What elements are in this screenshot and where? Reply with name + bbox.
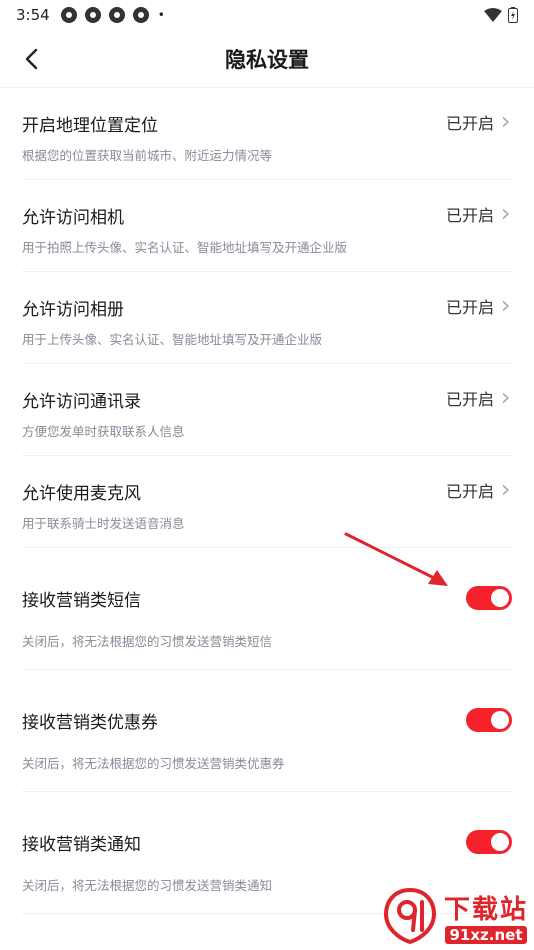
more-notifications-dot: • <box>157 8 165 22</box>
marketing-notifications-switch[interactable] <box>466 830 512 854</box>
wifi-icon <box>484 8 502 22</box>
watermark-url: 91xz.net <box>445 925 527 944</box>
permission-camera[interactable]: 允许访问相机 用于拍照上传头像、实名认证、智能地址填写及开通企业版 已开启 <box>22 180 512 272</box>
permission-status-label: 已开启 <box>445 206 494 225</box>
permission-title: 允许使用麦克风 <box>22 484 141 504</box>
status-right <box>484 7 518 23</box>
permission-microphone[interactable]: 允许使用麦克风 用于联系骑士时发送语音消息 已开启 <box>22 456 512 548</box>
permission-desc: 用于联系骑士时发送语音消息 <box>22 516 185 531</box>
watermark-logo-icon <box>383 887 436 945</box>
watermark: 下载站 91xz.net <box>380 886 528 946</box>
switch-knob <box>491 589 509 607</box>
chevron-right-icon <box>502 485 509 495</box>
status-time: 3:54 <box>16 6 50 24</box>
permission-desc: 用于拍照上传头像、实名认证、智能地址填写及开通企业版 <box>22 240 348 255</box>
app-notification-icon <box>132 7 149 23</box>
permission-status: 已开启 <box>446 202 512 226</box>
permission-desc: 方便您发单时获取联系人信息 <box>22 424 185 439</box>
settings-list: 开启地理位置定位 根据您的位置获取当前城市、附近运力情况等 已开启 允许访问相机… <box>0 88 534 914</box>
permission-location[interactable]: 开启地理位置定位 根据您的位置获取当前城市、附近运力情况等 已开启 <box>22 88 512 180</box>
chevron-right-icon <box>502 117 509 127</box>
toggle-title: 接收营销类优惠券 <box>22 713 158 733</box>
app-notification-icon <box>60 7 77 23</box>
battery-icon <box>508 7 518 23</box>
permission-status-label: 已开启 <box>445 298 494 317</box>
permission-status: 已开启 <box>446 386 512 410</box>
toggle-title: 接收营销类短信 <box>22 591 141 611</box>
permission-status-label: 已开启 <box>445 482 494 501</box>
page-title: 隐私设置 <box>225 47 309 72</box>
chevron-right-icon <box>502 209 509 219</box>
permission-title: 允许访问相机 <box>22 208 124 228</box>
switch-knob <box>491 711 509 729</box>
permission-status-label: 已开启 <box>445 390 494 409</box>
app-notification-icon <box>84 7 101 23</box>
permission-contacts[interactable]: 允许访问通讯录 方便您发单时获取联系人信息 已开启 <box>22 364 512 456</box>
status-bar: 3:54 • <box>0 0 534 30</box>
toggle-title: 接收营销类通知 <box>22 835 141 855</box>
permission-title: 开启地理位置定位 <box>22 116 158 136</box>
permission-title: 允许访问通讯录 <box>22 392 141 412</box>
chevron-right-icon <box>502 301 509 311</box>
watermark-cn: 下载站 <box>443 894 528 925</box>
toggle-desc: 关闭后，将无法根据您的习惯发送营销类优惠券 <box>22 756 285 771</box>
marketing-sms-switch[interactable] <box>466 586 512 610</box>
permission-desc: 用于上传头像、实名认证、智能地址填写及开通企业版 <box>22 332 323 347</box>
marketing-coupons-switch[interactable] <box>466 708 512 732</box>
permission-desc: 根据您的位置获取当前城市、附近运力情况等 <box>22 148 273 163</box>
permission-title: 允许访问相册 <box>22 300 124 320</box>
permission-status: 已开启 <box>446 110 512 134</box>
back-button[interactable] <box>14 42 48 76</box>
permission-status: 已开启 <box>446 294 512 318</box>
toggle-marketing-coupons: 接收营销类优惠券 关闭后，将无法根据您的习惯发送营销类优惠券 <box>22 670 512 792</box>
permission-status-label: 已开启 <box>445 114 494 133</box>
permission-album[interactable]: 允许访问相册 用于上传头像、实名认证、智能地址填写及开通企业版 已开启 <box>22 272 512 364</box>
app-notification-icon <box>108 7 125 23</box>
watermark-text: 下载站 91xz.net <box>444 889 528 944</box>
toggle-desc: 关闭后，将无法根据您的习惯发送营销类短信 <box>22 634 273 649</box>
notification-icons: • <box>60 6 165 24</box>
nav-bar: 隐私设置 <box>0 30 534 88</box>
chevron-right-icon <box>502 393 509 403</box>
toggle-marketing-sms: 接收营销类短信 关闭后，将无法根据您的习惯发送营销类短信 <box>22 548 512 670</box>
permission-status: 已开启 <box>446 478 512 502</box>
switch-knob <box>491 833 509 851</box>
chevron-left-icon <box>25 48 38 70</box>
